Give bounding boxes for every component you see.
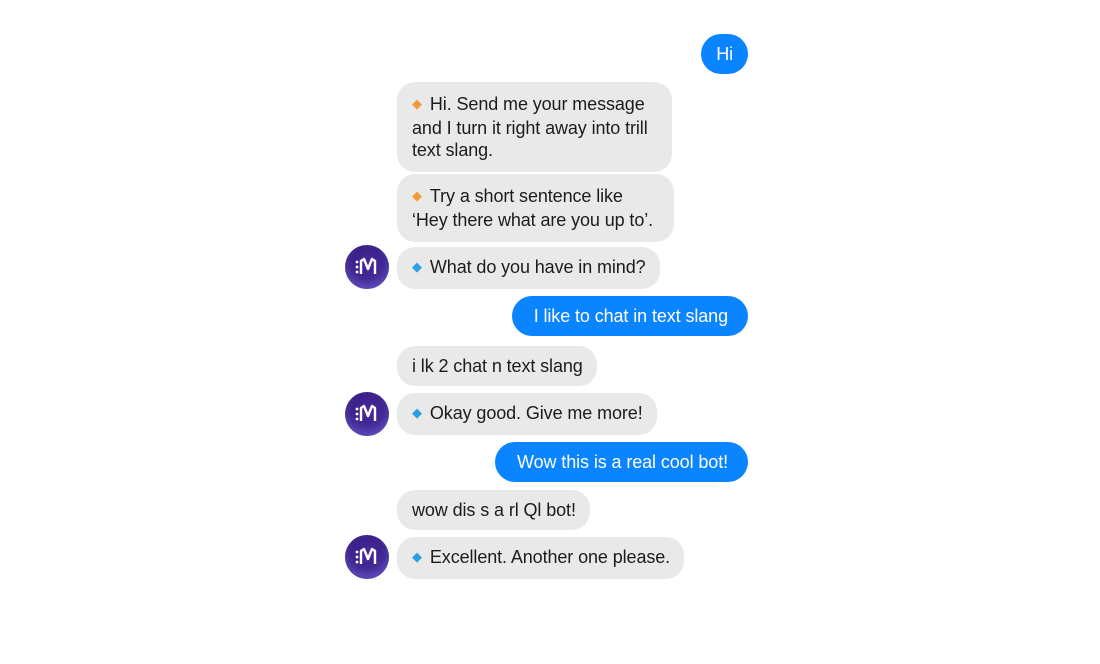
bot-message-bubble: ◆ Try a short sentence like ‘Hey there wh…	[397, 174, 674, 242]
bot-message-bubble: i lk 2 chat n text slang	[397, 346, 597, 386]
message-text: Okay good. Give me more!	[429, 403, 643, 423]
blue-diamond-icon: ◆	[412, 259, 422, 274]
message-text: Hi	[716, 44, 733, 64]
bot-avatar-icon	[345, 535, 389, 579]
bot-message-bubble: wow dis s a rl Ql bot!	[397, 490, 590, 530]
bot-avatar-icon	[345, 245, 389, 289]
orange-diamond-icon: ◆	[412, 188, 422, 203]
message-text: Wow this is a real cool bot!	[517, 452, 728, 472]
message-text: Excellent. Another one please.	[429, 547, 671, 567]
message-text: Try a short sentence like ‘Hey there wha…	[412, 186, 654, 230]
blue-diamond-icon: ◆	[412, 549, 422, 564]
user-message-bubble: Wow this is a real cool bot!	[495, 442, 748, 482]
orange-diamond-icon: ◆	[412, 96, 422, 111]
user-message-bubble: Hi	[701, 34, 748, 74]
chat-conversation: Hi ◆ Hi. Send me your message and I turn …	[0, 0, 1100, 664]
blue-diamond-icon: ◆	[412, 405, 422, 420]
message-text: Hi. Send me your message and I turn it r…	[412, 94, 648, 160]
message-text: wow dis s a rl Ql bot!	[412, 500, 576, 520]
user-message-bubble: I like to chat in text slang	[511, 296, 748, 336]
bot-message-bubble: ◆ Excellent. Another one please.	[397, 537, 685, 579]
bot-logo-icon	[355, 547, 377, 564]
bot-message-bubble: ◆ What do you have in mind?	[397, 247, 660, 289]
bot-avatar-icon	[345, 392, 389, 436]
message-text: I like to chat in text slang	[533, 306, 728, 326]
bot-message-bubble: ◆ Hi. Send me your message and I turn it …	[397, 82, 672, 172]
message-text: i lk 2 chat n text slang	[412, 356, 583, 376]
bot-message-bubble: ◆ Okay good. Give me more!	[397, 393, 657, 435]
message-text: What do you have in mind?	[429, 257, 646, 277]
bot-logo-icon	[355, 257, 377, 274]
bot-logo-icon	[355, 404, 377, 421]
